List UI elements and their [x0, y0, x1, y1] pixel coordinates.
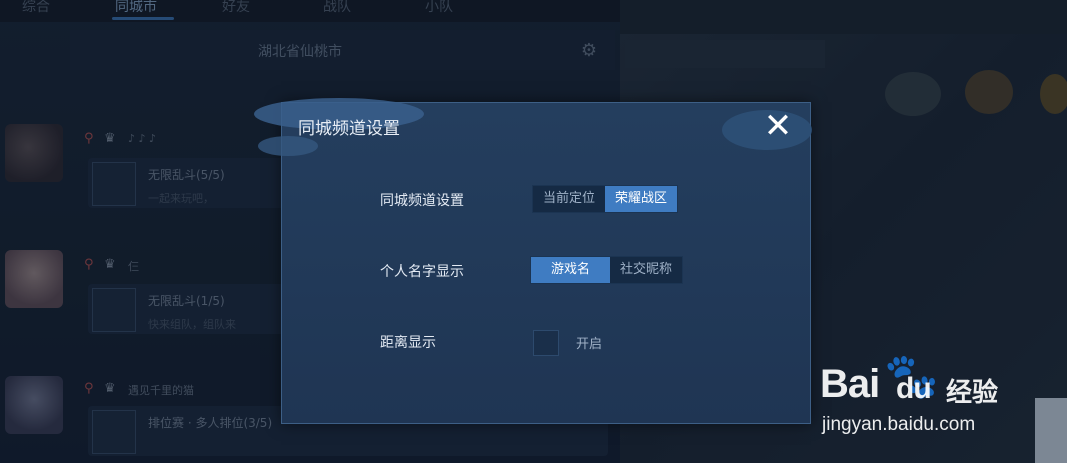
distance-display-label: 距离显示 — [380, 335, 436, 351]
name-display-switch: 游戏名 社交昵称 — [530, 256, 684, 284]
option-social-nickname[interactable]: 社交昵称 — [610, 257, 682, 283]
distance-display-checkbox[interactable] — [533, 330, 559, 356]
name-display-label: 个人名字显示 — [380, 264, 464, 280]
cloud-decoration — [258, 136, 318, 156]
corner-shade — [1035, 398, 1067, 463]
baidu-logo-cn: 经验 — [946, 378, 999, 408]
channel-mode-switch: 当前定位 荣耀战区 — [532, 185, 679, 213]
option-game-name[interactable]: 游戏名 — [531, 257, 611, 283]
option-honor-zone[interactable]: 荣耀战区 — [605, 186, 678, 212]
dialog-title: 同城频道设置 — [298, 119, 400, 139]
close-icon[interactable]: ✕ — [760, 108, 796, 144]
channel-setting-label: 同城频道设置 — [380, 193, 464, 209]
distance-display-toggle-text: 开启 — [576, 337, 603, 352]
option-current-location[interactable]: 当前定位 — [533, 186, 605, 212]
baidu-logo-text-left: Bai — [820, 362, 880, 406]
baidu-logo-text-right: du — [896, 372, 932, 405]
watermark-url: jingyan.baidu.com — [822, 414, 976, 435]
